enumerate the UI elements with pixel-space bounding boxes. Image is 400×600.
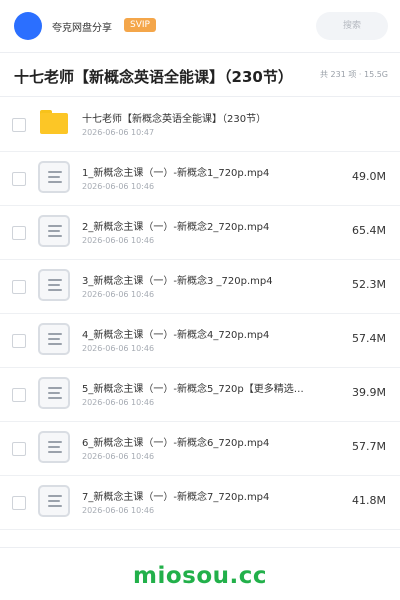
app-name: 夸克网盘分享 <box>52 23 112 34</box>
item-name: 十七老师【新概念英语全能课】（230节） <box>82 114 267 125</box>
item-date: 2026-06-06 10:46 <box>82 236 155 245</box>
list-item[interactable]: 3_新概念主课（一）-新概念3 _720p.mp4 2026-06-06 10:… <box>0 260 400 314</box>
file-icon <box>38 215 70 247</box>
file-icon <box>38 269 70 301</box>
header-divider <box>0 52 400 53</box>
item-date: 2026-06-06 10:46 <box>82 452 155 461</box>
item-name: 4_新概念主课（一）-新概念4_720p.mp4 <box>82 330 270 341</box>
list-item[interactable]: 4_新概念主课（一）-新概念4_720p.mp4 2026-06-06 10:4… <box>0 314 400 368</box>
search-input[interactable]: 搜索 <box>316 12 388 40</box>
item-date: 2026-06-06 10:46 <box>82 506 155 515</box>
svip-badge: SVIP <box>124 18 156 32</box>
select-checkbox[interactable] <box>12 496 26 510</box>
item-name: 2_新概念主课（一）-新概念2_720p.mp4 <box>82 222 270 233</box>
footer-divider <box>0 547 400 548</box>
list-item[interactable]: 5_新概念主课（一）-新概念5_720p【更多精选… 2026-06-06 10… <box>0 368 400 422</box>
select-checkbox[interactable] <box>12 118 26 132</box>
select-checkbox[interactable] <box>12 334 26 348</box>
item-date: 2026-06-06 10:46 <box>82 398 155 407</box>
share-page: 夸克网盘分享 SVIP 搜索 十七老师【新概念英语全能课】（230节） 共 23… <box>0 0 400 600</box>
select-checkbox[interactable] <box>12 442 26 456</box>
file-icon <box>38 377 70 409</box>
watermark: miosou.cc <box>132 563 268 589</box>
item-name: 5_新概念主课（一）-新概念5_720p【更多精选… <box>82 384 304 395</box>
file-icon <box>38 431 70 463</box>
select-checkbox[interactable] <box>12 172 26 186</box>
item-size: 41.8M <box>352 494 386 507</box>
item-size: 52.3M <box>352 278 386 291</box>
item-name: 1_新概念主课（一）-新概念1_720p.mp4 <box>82 168 270 179</box>
list-item[interactable]: 十七老师【新概念英语全能课】（230节） 2026-06-06 10:47 <box>0 98 400 152</box>
select-checkbox[interactable] <box>12 226 26 240</box>
item-date: 2026-06-06 10:46 <box>82 290 155 299</box>
list-item[interactable]: 6_新概念主课（一）-新概念6_720p.mp4 2026-06-06 10:4… <box>0 422 400 476</box>
list-item[interactable]: 1_新概念主课（一）-新概念1_720p.mp4 2026-06-06 10:4… <box>0 152 400 206</box>
avatar[interactable] <box>14 12 42 40</box>
item-name: 6_新概念主课（一）-新概念6_720p.mp4 <box>82 438 270 449</box>
item-size: 65.4M <box>352 224 386 237</box>
item-date: 2026-06-06 10:46 <box>82 344 155 353</box>
list-item[interactable]: 2_新概念主课（一）-新概念2_720p.mp4 2026-06-06 10:4… <box>0 206 400 260</box>
header: 夸克网盘分享 SVIP 搜索 <box>0 0 400 52</box>
folder-icon <box>40 110 68 134</box>
item-name: 3_新概念主课（一）-新概念3 _720p.mp4 <box>82 276 273 287</box>
file-icon <box>38 323 70 355</box>
item-size: 57.7M <box>352 440 386 453</box>
file-icon <box>38 161 70 193</box>
item-date: 2026-06-06 10:46 <box>82 182 155 191</box>
item-date: 2026-06-06 10:47 <box>82 128 155 137</box>
item-name: 7_新概念主课（一）-新概念7_720p.mp4 <box>82 492 270 503</box>
title-divider <box>0 96 400 97</box>
list-item[interactable]: 7_新概念主课（一）-新概念7_720p.mp4 2026-06-06 10:4… <box>0 476 400 530</box>
select-checkbox[interactable] <box>12 388 26 402</box>
file-icon <box>38 485 70 517</box>
item-size: 49.0M <box>352 170 386 183</box>
file-list: 十七老师【新概念英语全能课】（230节） 2026-06-06 10:47 1_… <box>0 98 400 530</box>
select-checkbox[interactable] <box>12 280 26 294</box>
item-size: 57.4M <box>352 332 386 345</box>
folder-summary: 共 231 项 · 15.5G <box>320 70 388 79</box>
item-size: 39.9M <box>352 386 386 399</box>
folder-title: 十七老师【新概念英语全能课】（230节） <box>14 68 293 86</box>
